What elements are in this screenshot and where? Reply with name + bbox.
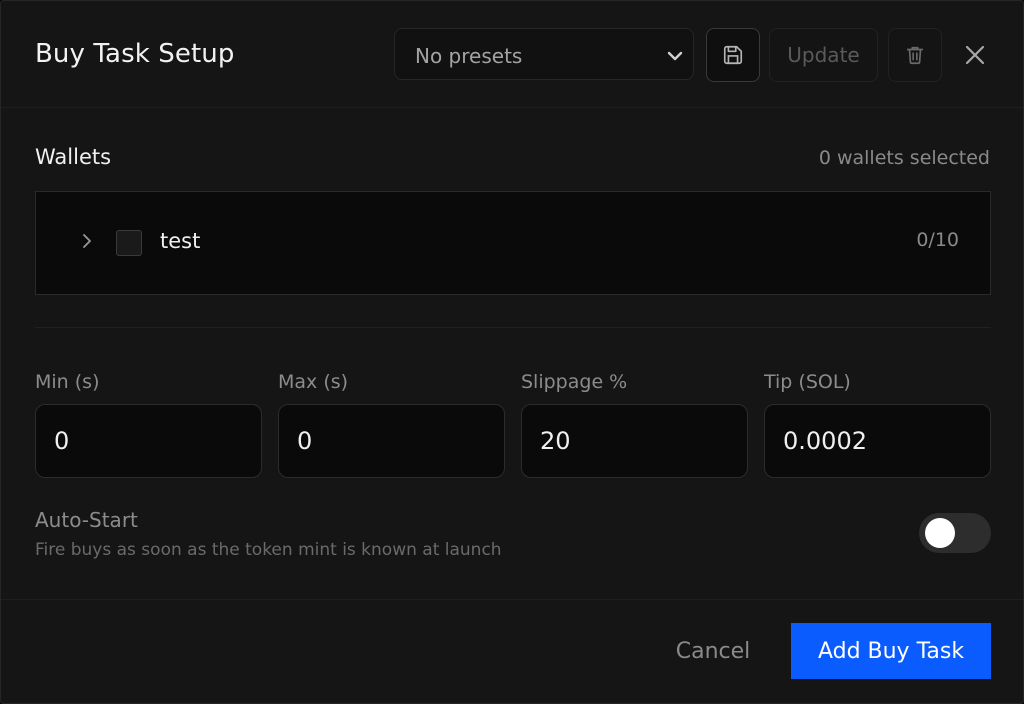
wallet-group-row[interactable]: test 0/10 — [36, 216, 990, 268]
save-icon — [723, 45, 743, 65]
max-input[interactable]: 0 — [278, 404, 505, 478]
dialog-header: Buy Task Setup No presets Update — [1, 1, 1023, 108]
wallet-list: test 0/10 — [35, 191, 991, 295]
chevron-down-icon — [667, 51, 683, 61]
max-label: Max (s) — [278, 371, 349, 393]
slippage-label: Slippage % — [521, 371, 628, 393]
wallet-group-name: test — [160, 229, 201, 253]
toggle-knob — [925, 518, 955, 548]
update-preset-button[interactable]: Update — [769, 28, 878, 82]
tip-input[interactable]: 0.0002 — [764, 404, 991, 478]
cancel-button[interactable]: Cancel — [665, 629, 761, 673]
close-icon — [965, 45, 985, 65]
auto-start-description: Fire buys as soon as the token mint is k… — [35, 540, 502, 560]
min-input[interactable]: 0 — [35, 404, 262, 478]
wallet-group-checkbox[interactable] — [116, 230, 142, 256]
delete-preset-button[interactable] — [888, 28, 942, 82]
section-divider — [35, 327, 991, 328]
close-button[interactable] — [961, 41, 989, 69]
tip-label: Tip (SOL) — [764, 371, 851, 393]
preset-select[interactable]: No presets — [394, 28, 694, 80]
auto-start-toggle[interactable] — [919, 513, 991, 553]
wallet-group-ratio: 0/10 — [916, 229, 959, 251]
add-buy-task-button[interactable]: Add Buy Task — [791, 623, 991, 679]
buy-task-setup-dialog: Buy Task Setup No presets Update Wallets… — [0, 0, 1024, 704]
chevron-right-icon[interactable] — [76, 230, 98, 252]
min-label: Min (s) — [35, 371, 100, 393]
wallets-section-title: Wallets — [35, 145, 112, 169]
trash-icon — [906, 46, 924, 65]
preset-select-value: No presets — [415, 44, 523, 68]
dialog-title: Buy Task Setup — [35, 39, 235, 69]
footer-divider — [1, 599, 1023, 600]
wallets-selected-count: 0 wallets selected — [818, 147, 990, 169]
save-preset-button[interactable] — [706, 28, 760, 82]
auto-start-title: Auto-Start — [35, 508, 138, 532]
slippage-input[interactable]: 20 — [521, 404, 748, 478]
